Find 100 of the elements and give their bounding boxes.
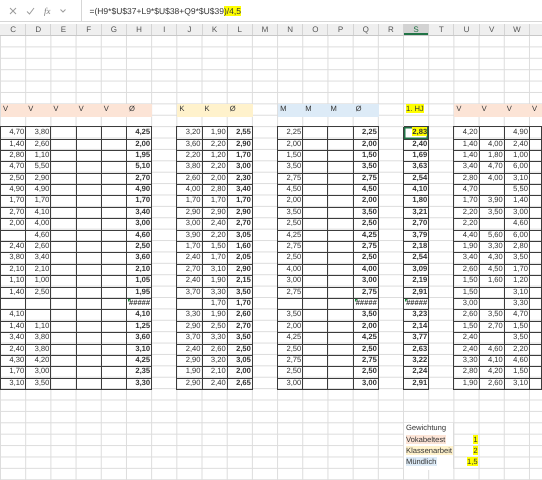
- empty-cell: [76, 252, 102, 265]
- empty-cell: [102, 218, 127, 231]
- empty-cell: [328, 378, 354, 390]
- empty-cell: [328, 184, 354, 196]
- column-header[interactable]: O: [303, 24, 328, 35]
- column-header[interactable]: T: [429, 24, 454, 35]
- column-header[interactable]: P: [328, 24, 354, 35]
- empty-cell: [51, 366, 77, 379]
- column-header[interactable]: Q: [354, 24, 379, 35]
- column-header[interactable]: U: [454, 24, 480, 35]
- empty-cell: [303, 320, 328, 334]
- empty-cell: [303, 230, 328, 242]
- column-header[interactable]: I: [152, 24, 178, 35]
- empty-cell: [76, 298, 102, 310]
- empty-cell: [76, 366, 102, 379]
- insert-function-button[interactable]: fx: [44, 6, 50, 16]
- empty-cell: [530, 161, 542, 174]
- empty-cell: [278, 298, 304, 310]
- empty-cell: [51, 332, 77, 345]
- empty-cell: [530, 230, 542, 242]
- empty-cell: [328, 161, 354, 174]
- empty-cell: [76, 286, 102, 299]
- empty-cell: [530, 206, 542, 220]
- empty-cell: [303, 275, 328, 288]
- empty-cell: [51, 127, 77, 140]
- column-header[interactable]: F: [76, 24, 102, 35]
- column-header[interactable]: M: [252, 24, 278, 35]
- empty-cell: [530, 378, 542, 390]
- empty-cell: [303, 332, 328, 345]
- column-header[interactable]: S: [404, 24, 430, 35]
- cancel-icon[interactable]: [9, 6, 17, 14]
- column-header[interactable]: C: [1, 24, 26, 35]
- empty-cell: [530, 354, 542, 368]
- empty-cell: [530, 127, 542, 140]
- empty-cell: [530, 195, 542, 208]
- empty-cell: [328, 366, 354, 379]
- column-header[interactable]: H: [126, 24, 152, 35]
- empty-cell: [303, 252, 328, 265]
- empty-cell: [76, 127, 102, 140]
- empty-cell: [530, 264, 542, 276]
- empty-cell: [51, 354, 77, 368]
- empty-cell: [303, 309, 328, 322]
- column-header[interactable]: V: [480, 24, 505, 35]
- empty-cell: [328, 320, 354, 334]
- empty-cell: [51, 344, 77, 356]
- empty-cell: [102, 252, 127, 265]
- column-header[interactable]: G: [102, 24, 127, 35]
- empty-cell: [76, 195, 102, 208]
- column-header[interactable]: L: [228, 24, 253, 35]
- empty-cell: [51, 195, 77, 208]
- column-header[interactable]: J: [177, 24, 202, 35]
- error-indicator-icon[interactable]: [354, 298, 358, 302]
- empty-cell: [303, 264, 328, 276]
- empty-cell: [102, 161, 127, 174]
- empty-cell: [328, 354, 354, 368]
- empty-cell: [51, 320, 77, 334]
- empty-cell: [328, 298, 354, 310]
- empty-cell: [102, 264, 127, 276]
- check-icon[interactable]: [26, 6, 35, 14]
- empty-cell: [530, 275, 542, 288]
- empty-cell: [530, 320, 542, 334]
- formula-field[interactable]: =(H9*$U$37+L9*$U$38+Q9*$U$39)/4,5: [80, 0, 542, 21]
- empty-cell: [303, 150, 328, 162]
- empty-cell: [328, 206, 354, 220]
- empty-cell: [102, 275, 127, 288]
- empty-cell: [76, 150, 102, 162]
- column-header[interactable]: D: [26, 24, 52, 35]
- empty-cell: [76, 184, 102, 196]
- empty-cell: [328, 195, 354, 208]
- empty-cell: [303, 138, 328, 151]
- empty-cell: [76, 161, 102, 174]
- empty-cell: [328, 309, 354, 322]
- empty-cell: [530, 309, 542, 322]
- empty-cell: [303, 344, 328, 356]
- empty-cell: [102, 354, 127, 368]
- empty-cell: [102, 298, 127, 310]
- empty-cell: [51, 230, 77, 242]
- empty-cell: [480, 298, 505, 310]
- empty-cell: [303, 298, 328, 310]
- error-indicator-icon[interactable]: [128, 298, 131, 302]
- empty-cell: [76, 206, 102, 220]
- empty-cell: [303, 354, 328, 368]
- empty-cell: [51, 275, 77, 288]
- empty-cell: [102, 206, 127, 220]
- caret-icon[interactable]: [60, 8, 66, 12]
- empty-cell: [328, 127, 354, 140]
- empty-cell: [303, 366, 328, 379]
- empty-cell: [102, 241, 127, 254]
- column-header[interactable]: N: [278, 24, 304, 35]
- column-header[interactable]: E: [51, 24, 77, 35]
- column-header[interactable]: K: [202, 24, 228, 35]
- empty-cell: [480, 286, 505, 299]
- column-header[interactable]: W: [504, 24, 530, 35]
- empty-cell: [530, 366, 542, 379]
- error-indicator-icon[interactable]: [405, 298, 408, 302]
- empty-cell: [51, 206, 77, 220]
- empty-cell: [328, 150, 354, 162]
- empty-cell: [530, 138, 542, 151]
- empty-cell: [51, 309, 77, 322]
- empty-cell: [480, 184, 505, 196]
